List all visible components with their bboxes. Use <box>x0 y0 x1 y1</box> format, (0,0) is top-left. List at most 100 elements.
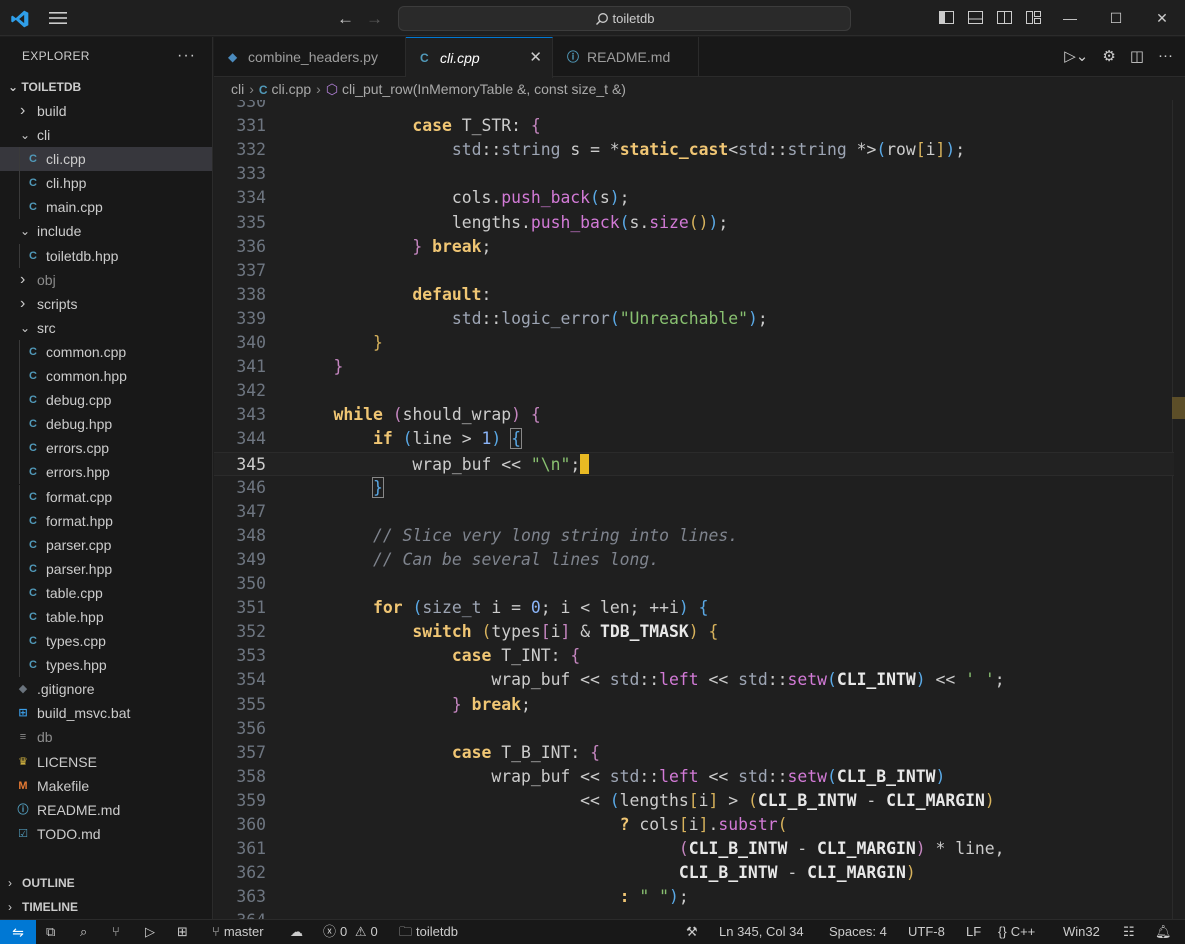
branch-item[interactable]: ⑂ master <box>212 920 264 944</box>
customize-layout-icon[interactable] <box>1025 9 1042 26</box>
wrench-icon[interactable]: ⚒ <box>686 920 698 944</box>
tab-cli-cpp[interactable]: C cli.cpp ✕ <box>406 37 553 78</box>
extensions-icon[interactable]: ⊞ <box>177 920 188 944</box>
tree-item-common-hpp[interactable]: Ccommon.hpp <box>0 364 212 389</box>
bell-icon[interactable]: 🔔︎ <box>1155 920 1172 944</box>
tree-item-types-cpp[interactable]: Ctypes.cpp <box>0 629 212 654</box>
code-line[interactable]: 331 case T_STR: { <box>214 114 1174 138</box>
maximize-button[interactable]: ☐ <box>1093 0 1139 36</box>
tree-item-errors-hpp[interactable]: Cerrors.hpp <box>0 460 212 485</box>
outline-section[interactable]: › OUTLINE <box>0 872 212 894</box>
code-line[interactable]: 349 // Can be several lines long. <box>214 548 1174 572</box>
timeline-section[interactable]: › TIMELINE <box>0 896 212 918</box>
remote-indicator[interactable]: ⇋ <box>0 920 36 944</box>
code-line[interactable]: 333 <box>214 162 1174 186</box>
split-editor-icon[interactable]: ◫ <box>1130 47 1144 65</box>
forward-arrow-icon[interactable]: → <box>366 9 383 29</box>
platform[interactable]: Win32 <box>1063 920 1100 944</box>
code-line[interactable]: 356 <box>214 717 1174 741</box>
gear-icon[interactable]: ⚙ <box>1102 47 1115 65</box>
indentation[interactable]: Spaces: 4 <box>829 920 887 944</box>
minimize-button[interactable]: — <box>1047 0 1093 36</box>
encoding[interactable]: UTF-8 <box>908 920 945 944</box>
sync-icon[interactable]: ☁ <box>290 920 303 944</box>
tree-item-errors-cpp[interactable]: Cerrors.cpp <box>0 436 212 461</box>
copy-icon[interactable]: ⧉ <box>46 920 55 944</box>
code-editor[interactable]: 330 331 case T_STR: {332 std::string s = … <box>214 100 1185 919</box>
code-line[interactable]: 344 if (line > 1) { <box>214 427 1174 451</box>
code-line[interactable]: 332 std::string s = *static_cast<std::st… <box>214 138 1174 162</box>
code-line[interactable]: 359 << (lengths[i] > (CLI_B_INTW - CLI_M… <box>214 789 1174 813</box>
tree-item-readme-md[interactable]: ⓘ README.md <box>0 798 212 822</box>
code-line[interactable]: 351 for (size_t i = 0; i < len; ++i) { <box>214 596 1174 620</box>
workspace-folder-item[interactable]: 🗀 toiletdb <box>399 920 458 944</box>
cursor-position[interactable]: Ln 345, Col 34 <box>719 920 804 944</box>
code-line[interactable]: 343 while (should_wrap) { <box>214 403 1174 427</box>
tree-item-parser-hpp[interactable]: Cparser.hpp <box>0 556 212 581</box>
tree-item-include[interactable]: ⌄ include <box>0 219 212 243</box>
tree-item-debug-cpp[interactable]: Cdebug.cpp <box>0 388 212 413</box>
code-line[interactable]: 357 case T_B_INT: { <box>214 741 1174 765</box>
hamburger-menu-icon[interactable] <box>48 10 68 26</box>
tree-item-license[interactable]: ♛ LICENSE <box>0 750 212 774</box>
source-control-icon[interactable]: ⑂ <box>112 920 120 944</box>
tree-item-obj[interactable]: › obj <box>0 268 212 292</box>
breadcrumb-file[interactable]: cli.cpp <box>271 81 311 97</box>
back-arrow-icon[interactable]: ← <box>337 9 354 29</box>
tree-item-db[interactable]: ≡ db <box>0 725 212 749</box>
code-line[interactable]: 342 <box>214 379 1174 403</box>
tree-item-cli[interactable]: ⌄ cli <box>0 123 212 147</box>
feedback-icon[interactable]: ☷ <box>1123 920 1135 944</box>
code-line[interactable]: 346 } <box>214 476 1174 500</box>
tree-item-scripts[interactable]: › scripts <box>0 292 212 316</box>
code-line[interactable]: 337 <box>214 259 1174 283</box>
toggle-primary-sidebar-icon[interactable] <box>938 9 955 26</box>
tree-item-src[interactable]: ⌄ src <box>0 316 212 340</box>
tab-combine-headers[interactable]: ◆ combine_headers.py <box>214 37 406 77</box>
search-icon[interactable]: ⌕ <box>80 920 87 944</box>
code-line[interactable]: 347 <box>214 500 1174 524</box>
code-line[interactable]: 360 ? cols[i].substr( <box>214 813 1174 837</box>
code-line[interactable]: 364 <box>214 909 1174 919</box>
code-line[interactable]: 345 wrap_buf << "\n"; <box>214 451 1174 476</box>
close-window-button[interactable]: ✕ <box>1139 0 1185 36</box>
tree-item-parser-cpp[interactable]: Cparser.cpp <box>0 532 212 557</box>
more-actions-icon[interactable]: ··· <box>177 47 196 65</box>
tree-item-main-cpp[interactable]: Cmain.cpp <box>0 195 212 220</box>
run-debug-icon[interactable]: ▷ <box>145 920 155 944</box>
toggle-panel-icon[interactable] <box>967 9 984 26</box>
tree-item-todo-md[interactable]: ☑ TODO.md <box>0 822 212 846</box>
tree-item-format-cpp[interactable]: Cformat.cpp <box>0 484 212 509</box>
code-line[interactable]: 340 } <box>214 331 1174 355</box>
code-line[interactable]: 350 <box>214 572 1174 596</box>
tree-item-table-cpp[interactable]: Ctable.cpp <box>0 580 212 605</box>
tree-item-build-msvc-bat[interactable]: ⊞ build_msvc.bat <box>0 701 212 725</box>
tree-item-cli-hpp[interactable]: Ccli.hpp <box>0 171 212 196</box>
code-line[interactable]: 355 } break; <box>214 693 1174 717</box>
tree-item-table-hpp[interactable]: Ctable.hpp <box>0 604 212 629</box>
more-actions-icon[interactable]: ··· <box>1158 47 1173 65</box>
tree-item-cli-cpp[interactable]: Ccli.cpp <box>0 147 212 172</box>
code-line[interactable]: 339 std::logic_error("Unreachable"); <box>214 307 1174 331</box>
tab-readme[interactable]: ⓘ README.md <box>553 37 699 77</box>
run-debug-icon[interactable]: ▷⌄ <box>1064 47 1088 65</box>
code-line[interactable]: 348 // Slice very long string into lines… <box>214 524 1174 548</box>
close-tab-icon[interactable]: ✕ <box>529 38 542 78</box>
tree-item-build[interactable]: › build <box>0 99 212 123</box>
code-line[interactable]: 335 lengths.push_back(s.size()); <box>214 211 1174 235</box>
tree-item-toiletdb-hpp[interactable]: Ctoiletdb.hpp <box>0 243 212 268</box>
problems-item[interactable]: ⓧ 0 ⚠ 0 <box>323 920 378 944</box>
language-mode[interactable]: {} C++ <box>998 920 1035 944</box>
code-line[interactable]: 354 wrap_buf << std::left << std::setw(C… <box>214 668 1174 692</box>
workspace-root[interactable]: ⌄ TOILETDB <box>0 75 212 99</box>
code-line[interactable]: 336 } break; <box>214 235 1174 259</box>
code-line[interactable]: 330 <box>214 100 1174 114</box>
code-line[interactable]: 338 default: <box>214 283 1174 307</box>
tree-item-types-hpp[interactable]: Ctypes.hpp <box>0 653 212 678</box>
code-line[interactable]: 334 cols.push_back(s); <box>214 186 1174 210</box>
code-line[interactable]: 362 CLI_B_INTW - CLI_MARGIN) <box>214 861 1174 885</box>
end-of-line[interactable]: LF <box>966 920 981 944</box>
code-line[interactable]: 358 wrap_buf << std::left << std::setw(C… <box>214 765 1174 789</box>
code-line[interactable]: 361 (CLI_B_INTW - CLI_MARGIN) * line, <box>214 837 1174 861</box>
tree-item-format-hpp[interactable]: Cformat.hpp <box>0 508 212 533</box>
